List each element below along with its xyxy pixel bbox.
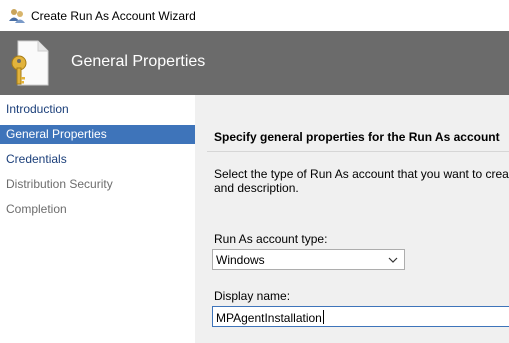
wizard-steps-sidebar: Introduction General Properties Credenti… (0, 95, 195, 343)
account-type-label: Run As account type: (214, 232, 328, 246)
sidebar-item-credentials[interactable]: Credentials (0, 150, 195, 169)
page-title: General Properties (71, 53, 206, 70)
main-content: Specify general properties for the Run A… (195, 95, 509, 343)
account-type-dropdown[interactable]: Windows (212, 249, 405, 270)
section-heading: Specify general properties for the Run A… (214, 130, 500, 144)
display-name-label: Display name: (214, 289, 291, 303)
sidebar-item-general-properties[interactable]: General Properties (0, 125, 195, 144)
title-bar: Create Run As Account Wizard (0, 0, 509, 32)
display-name-value: MPAgentInstallation (216, 311, 322, 325)
sidebar-item-introduction[interactable]: Introduction (0, 100, 195, 119)
display-name-field[interactable]: MPAgentInstallation (212, 306, 509, 327)
sidebar-item-distribution-security: Distribution Security (6, 177, 113, 191)
sidebar-item-completion: Completion (6, 202, 67, 216)
description-line-1: Select the type of Run As account that y… (214, 167, 509, 181)
text-caret (322, 310, 324, 324)
account-type-value: Windows (216, 253, 265, 267)
description-line-2: and description. (214, 181, 299, 195)
description-text: Select the type of Run As account that y… (214, 167, 509, 195)
chevron-down-icon (388, 257, 398, 263)
heading-divider (207, 151, 509, 152)
document-key-icon (11, 40, 49, 86)
wizard-header: General Properties (0, 31, 509, 95)
run-as-account-icon (9, 9, 25, 23)
window-title: Create Run As Account Wizard (31, 9, 196, 23)
